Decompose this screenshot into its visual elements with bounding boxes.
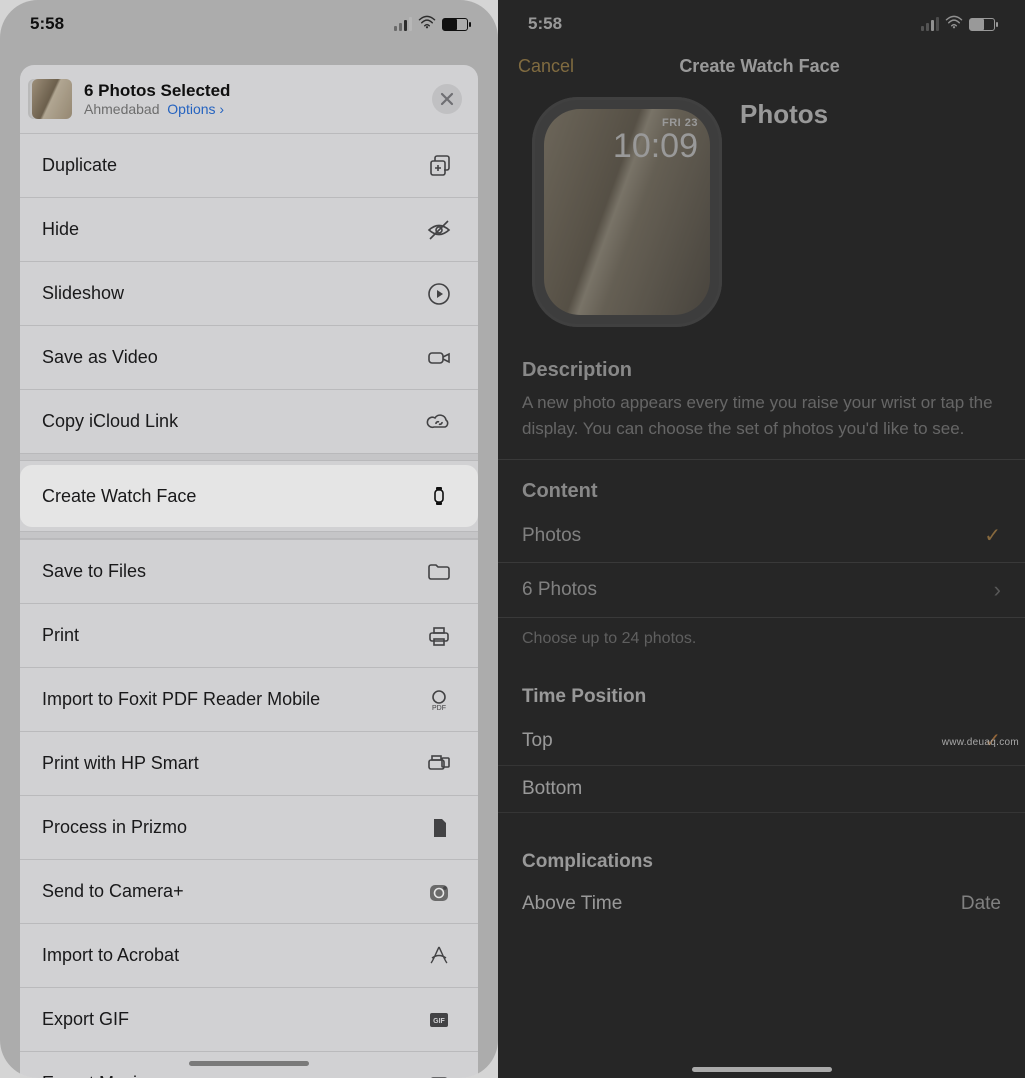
row-label: Above Time (522, 893, 622, 915)
photo-thumbnail[interactable] (32, 79, 72, 119)
close-button[interactable] (432, 84, 462, 114)
nav-bar: Cancel Create Watch Face (498, 48, 1025, 87)
foxit-pdf-icon: PDF (422, 687, 456, 713)
svg-text:PDF: PDF (432, 705, 446, 712)
action-acrobat[interactable]: Import to Acrobat (20, 923, 478, 987)
content-count-row[interactable]: 6 Photos › (498, 563, 1025, 618)
battery-icon (969, 18, 995, 31)
time-position-header: Time Position (498, 670, 1025, 716)
content-hint: Choose up to 24 photos. (498, 618, 1025, 670)
sheet-title: 6 Photos Selected (84, 81, 420, 101)
cancel-button[interactable]: Cancel (518, 56, 574, 77)
cellular-icon (921, 17, 939, 31)
action-camera-plus[interactable]: Send to Camera+ (20, 859, 478, 923)
watch-app-screenshot: 5:58 Cancel Create Watch Face FRI 23 10:… (498, 0, 1025, 1078)
scroll-indicator (189, 1061, 309, 1066)
action-label: Print with HP Smart (42, 753, 199, 774)
description-body: A new photo appears every time you raise… (498, 388, 1025, 459)
row-value: Date (961, 893, 1001, 915)
watch-preview[interactable]: FRI 23 10:09 (532, 97, 722, 327)
status-time: 5:58 (30, 14, 64, 34)
hide-icon (422, 217, 456, 243)
action-label: Copy iCloud Link (42, 411, 178, 432)
play-circle-icon (422, 281, 456, 307)
action-label: Send to Camera+ (42, 881, 184, 902)
watch-icon (422, 483, 456, 509)
watermark: www.deuaq.com (942, 737, 1019, 748)
action-label: Process in Prizmo (42, 817, 187, 838)
action-prizmo[interactable]: Process in Prizmo (20, 795, 478, 859)
row-label: Photos (522, 525, 581, 547)
action-label: Print (42, 625, 79, 646)
checkmark-icon: ✓ (984, 523, 1001, 548)
movie-play-icon (422, 1071, 456, 1078)
battery-icon (442, 18, 468, 31)
action-duplicate[interactable]: Duplicate (20, 133, 478, 197)
row-label: Top (522, 730, 553, 752)
action-label: Duplicate (42, 155, 117, 176)
duplicate-icon (422, 153, 456, 179)
action-label: Save to Files (42, 561, 146, 582)
description-header: Description (498, 339, 1025, 388)
home-indicator (692, 1067, 832, 1072)
action-save-video[interactable]: Save as Video (20, 325, 478, 389)
action-label: Export Movie (42, 1073, 147, 1078)
chevron-right-icon: › (994, 577, 1001, 603)
action-hp-smart[interactable]: Print with HP Smart (20, 731, 478, 795)
row-label: 6 Photos (522, 579, 597, 601)
status-bar: 5:58 (498, 0, 1025, 48)
action-label: Import to Foxit PDF Reader Mobile (42, 689, 320, 710)
wifi-icon (945, 15, 963, 34)
action-label: Import to Acrobat (42, 945, 179, 966)
action-slideshow[interactable]: Slideshow (20, 261, 478, 325)
face-name: Photos (740, 99, 828, 130)
sheet-location: Ahmedabad (84, 101, 160, 117)
action-export-gif[interactable]: Export GIF GIF (20, 987, 478, 1051)
content-photos-row[interactable]: Photos ✓ (498, 509, 1025, 563)
action-label: Save as Video (42, 347, 158, 368)
row-label: Bottom (522, 778, 582, 800)
acrobat-icon (422, 943, 456, 969)
action-label: Create Watch Face (42, 486, 196, 507)
action-label: Slideshow (42, 283, 124, 304)
status-time: 5:58 (528, 14, 562, 34)
printer-icon (422, 623, 456, 649)
camera-plus-icon (422, 879, 456, 905)
document-icon (422, 815, 456, 841)
options-link[interactable]: Options › (167, 101, 224, 117)
action-label: Export GIF (42, 1009, 129, 1030)
page-title: Create Watch Face (679, 56, 839, 77)
cellular-icon (394, 17, 412, 31)
svg-text:GIF: GIF (433, 1018, 445, 1025)
action-hide[interactable]: Hide (20, 197, 478, 261)
action-print[interactable]: Print (20, 603, 478, 667)
share-sheet: 6 Photos Selected Ahmedabad Options › Du… (20, 65, 478, 1078)
action-foxit[interactable]: Import to Foxit PDF Reader Mobile PDF (20, 667, 478, 731)
action-create-watch-face[interactable]: Create Watch Face (20, 465, 478, 527)
gif-icon: GIF (422, 1007, 456, 1033)
content-header: Content (498, 460, 1025, 509)
status-bar: 5:58 (0, 0, 498, 48)
share-sheet-screenshot: 5:58 6 Photos Selected Ahmedabad Options… (0, 0, 498, 1078)
cloud-link-icon (422, 409, 456, 435)
action-icloud-link[interactable]: Copy iCloud Link (20, 389, 478, 453)
time-position-bottom[interactable]: Bottom (498, 766, 1025, 813)
wifi-icon (418, 15, 436, 34)
preview-time: 10:09 (613, 129, 698, 163)
folder-icon (422, 559, 456, 585)
action-label: Hide (42, 219, 79, 240)
complications-header: Complications (498, 835, 1025, 881)
hp-print-icon (422, 751, 456, 777)
action-save-files[interactable]: Save to Files (20, 539, 478, 603)
video-icon (422, 345, 456, 371)
complication-above-time[interactable]: Above Time Date (498, 881, 1025, 927)
